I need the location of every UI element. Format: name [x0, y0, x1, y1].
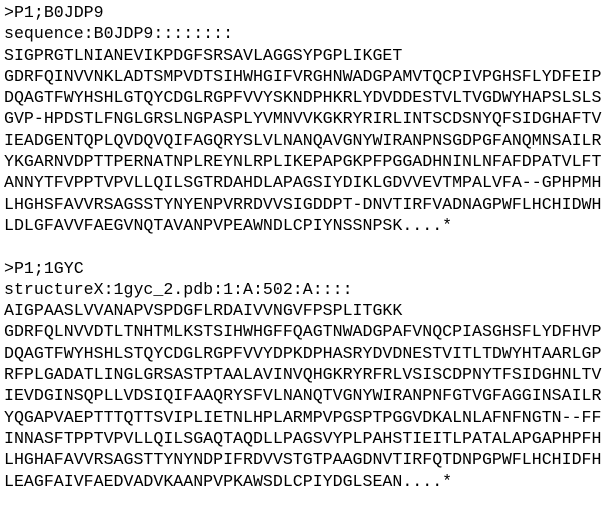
sequence-line: SIGPRGTLNIANEVIKPDGFSRSAVLAGGSYPGPLIKGET	[4, 45, 403, 65]
sequence-line: YKGARNVDPTTPERNATNPLREYNLRPLIKEPAPGKPFPG…	[4, 152, 602, 172]
sequence-line: AIGPAASLVVANAPVSPDGFLRDAIVVNGVFPSPLITGKK	[4, 301, 403, 321]
sequence-line: GDRFQLNVVDTLTNHTMLKSTSIHWHGFFQAGTNWADGPA…	[4, 322, 602, 342]
sequence-line: IEVDGINSQPLLVDSIQIFAAQRYSFVLNANQTVGNYWIR…	[4, 386, 602, 406]
sequence-line: ANNYTFVPPTVPVLLQILSGTRDAHDLAPAGSIYDIKLGD…	[4, 173, 602, 193]
pir-alignment-document: >P1;B0JDP9 sequence:B0JDP9:::::::: SIGPR…	[0, 0, 609, 492]
sequence-line: GVP-HPDSTLFNGLGRSLNGPASPLYVMNVVKGKRYRIRL…	[4, 109, 602, 129]
sequence-line: LHGHAFAVVRSAGSTTYNYNDPIFRDVVSTGTPAAGDNVT…	[4, 450, 602, 470]
sequence-line: GDRFQINVVNKLADTSMPVDTSIHWHGIFVRGHNWADGPA…	[4, 66, 602, 86]
sequence-line: IEADGENTQPLQVDQVQIFAGQRYSLVLNANQAVGNYWIR…	[4, 130, 602, 150]
sequence-line: LDLGFAVVFAEGVNQTAVANPVPEAWNDLCPIYNSSNPSK…	[4, 215, 453, 235]
sequence-line: LHGHSFAVVRSAGSSTYNYENPVRRDVVSIGDDPT-DNVT…	[4, 194, 602, 214]
sequence-line: DQAGTFWYHSHLSTQYCDGLRGPFVVYDPKDPHASRYDVD…	[4, 343, 602, 363]
sequence-line: LEAGFAIVFAEDVADVKAANPVPKAWSDLCPIYDGLSEAN…	[4, 471, 453, 491]
entry-header: >P1;1GYC	[4, 258, 84, 278]
entry-header: >P1;B0JDP9	[4, 3, 104, 22]
entry-1gyc: >P1;1GYC structureX:1gyc_2.pdb:1:A:502:A…	[4, 258, 609, 492]
sequence-line: YQGAPVAEPTTTQTTSVIPLIETNLHPLARMPVPGSPTPG…	[4, 407, 602, 427]
sequence-line: RFPLGADATLINGLGRSASTPTAALAVINVQHGKRYRFRL…	[4, 365, 602, 385]
entry-description: sequence:B0JDP9::::::::	[4, 24, 234, 44]
entry-b0jdp9: >P1;B0JDP9 sequence:B0JDP9:::::::: SIGPR…	[4, 2, 609, 236]
sequence-line: DQAGTFWYHSHLGTQYCDGLRGPFVVYSKNDPHKRLYDVD…	[4, 88, 602, 108]
sequence-line: INNASFTPPTVPVLLQILSGAQTAQDLLPAGSVYPLPAHS…	[4, 428, 602, 448]
entry-description: structureX:1gyc_2.pdb:1:A:502:A::::	[4, 279, 353, 299]
